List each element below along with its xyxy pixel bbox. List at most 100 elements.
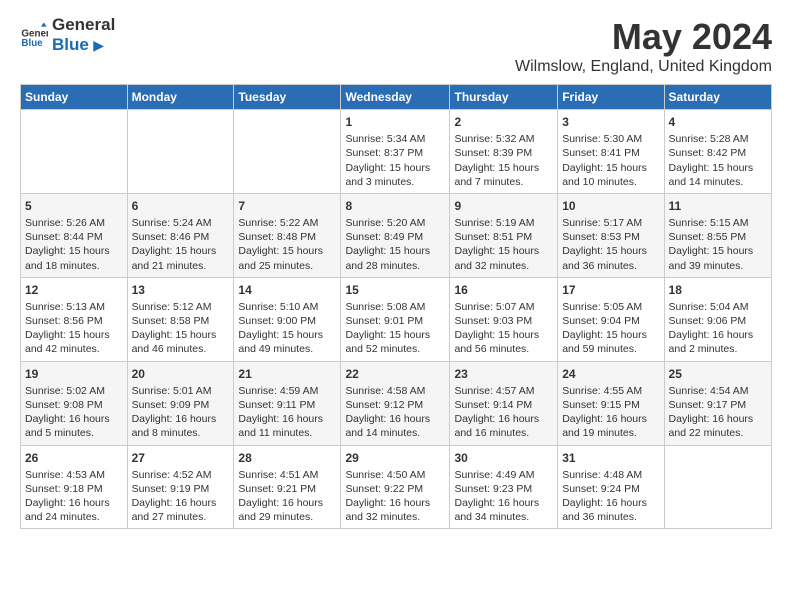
calendar-cell: 10 Sunrise: 5:17 AMSunset: 8:53 PMDayligh… [558, 193, 664, 277]
calendar-cell: 28 Sunrise: 4:51 AMSunset: 9:21 PMDayligh… [234, 445, 341, 529]
day-info: Sunrise: 4:53 AMSunset: 9:18 PMDaylight:… [25, 468, 123, 525]
day-info: Sunrise: 4:58 AMSunset: 9:12 PMDaylight:… [345, 384, 445, 441]
weekday-header-wednesday: Wednesday [341, 85, 450, 110]
calendar-title: May 2024 [515, 16, 772, 58]
calendar-cell: 2Sunrise: 5:32 AMSunset: 8:39 PMDaylight… [450, 110, 558, 194]
page-header: General Blue General Blue ▶ May 2024 Wil… [20, 16, 772, 76]
day-number: 6 [132, 198, 230, 214]
day-info: Sunrise: 5:24 AMSunset: 8:46 PMDaylight:… [132, 216, 230, 273]
logo-icon: General Blue [20, 21, 48, 49]
weekday-header-tuesday: Tuesday [234, 85, 341, 110]
calendar-cell [127, 110, 234, 194]
day-info: Sunrise: 4:52 AMSunset: 9:19 PMDaylight:… [132, 468, 230, 525]
calendar-cell: 21 Sunrise: 4:59 AMSunset: 9:11 PMDayligh… [234, 361, 341, 445]
calendar-cell: 26 Sunrise: 4:53 AMSunset: 9:18 PMDayligh… [21, 445, 128, 529]
day-info: Sunrise: 4:59 AMSunset: 9:11 PMDaylight:… [238, 384, 336, 441]
calendar-table: SundayMondayTuesdayWednesdayThursdayFrid… [20, 84, 772, 529]
day-info: Sunrise: 5:10 AMSunset: 9:00 PMDaylight:… [238, 300, 336, 357]
day-number: 8 [345, 198, 445, 214]
calendar-cell: 13 Sunrise: 5:12 AMSunset: 8:58 PMDayligh… [127, 277, 234, 361]
calendar-week-row: 5Sunrise: 5:26 AMSunset: 8:44 PMDaylight… [21, 193, 772, 277]
logo-arrow-icon: ▶ [93, 37, 104, 53]
day-info: Sunrise: 4:51 AMSunset: 9:21 PMDaylight:… [238, 468, 336, 525]
day-number: 4 [669, 114, 767, 130]
day-number: 27 [132, 450, 230, 466]
day-info: Sunrise: 5:12 AMSunset: 8:58 PMDaylight:… [132, 300, 230, 357]
day-info: Sunrise: 5:28 AMSunset: 8:42 PMDaylight:… [669, 132, 767, 189]
calendar-cell: 9Sunrise: 5:19 AMSunset: 8:51 PMDaylight… [450, 193, 558, 277]
day-info: Sunrise: 5:30 AMSunset: 8:41 PMDaylight:… [562, 132, 659, 189]
calendar-cell: 15 Sunrise: 5:08 AMSunset: 9:01 PMDayligh… [341, 277, 450, 361]
calendar-week-row: 26 Sunrise: 4:53 AMSunset: 9:18 PMDayligh… [21, 445, 772, 529]
logo: General Blue General Blue ▶ [20, 16, 115, 55]
day-number: 23 [454, 366, 553, 382]
day-number: 13 [132, 282, 230, 298]
calendar-cell: 16 Sunrise: 5:07 AMSunset: 9:03 PMDayligh… [450, 277, 558, 361]
calendar-cell [234, 110, 341, 194]
day-info: Sunrise: 5:15 AMSunset: 8:55 PMDaylight:… [669, 216, 767, 273]
day-number: 21 [238, 366, 336, 382]
day-info: Sunrise: 4:49 AMSunset: 9:23 PMDaylight:… [454, 468, 553, 525]
calendar-cell [21, 110, 128, 194]
day-info: Sunrise: 4:57 AMSunset: 9:14 PMDaylight:… [454, 384, 553, 441]
day-number: 3 [562, 114, 659, 130]
calendar-cell: 27 Sunrise: 4:52 AMSunset: 9:19 PMDayligh… [127, 445, 234, 529]
calendar-cell: 7 Sunrise: 5:22 AMSunset: 8:48 PMDaylight… [234, 193, 341, 277]
calendar-cell: 6 Sunrise: 5:24 AMSunset: 8:46 PMDaylight… [127, 193, 234, 277]
day-number: 11 [669, 198, 767, 214]
calendar-cell: 11 Sunrise: 5:15 AMSunset: 8:55 PMDayligh… [664, 193, 771, 277]
calendar-cell: 31 Sunrise: 4:48 AMSunset: 9:24 PMDayligh… [558, 445, 664, 529]
day-number: 25 [669, 366, 767, 382]
calendar-cell: 29 Sunrise: 4:50 AMSunset: 9:22 PMDayligh… [341, 445, 450, 529]
calendar-week-row: 12Sunrise: 5:13 AMSunset: 8:56 PMDayligh… [21, 277, 772, 361]
day-info: Sunrise: 5:32 AMSunset: 8:39 PMDaylight:… [454, 132, 553, 189]
day-number: 31 [562, 450, 659, 466]
calendar-cell: 17 Sunrise: 5:05 AMSunset: 9:04 PMDayligh… [558, 277, 664, 361]
day-info: Sunrise: 5:02 AMSunset: 9:08 PMDaylight:… [25, 384, 123, 441]
calendar-cell: 25 Sunrise: 4:54 AMSunset: 9:17 PMDayligh… [664, 361, 771, 445]
day-info: Sunrise: 5:07 AMSunset: 9:03 PMDaylight:… [454, 300, 553, 357]
calendar-subtitle: Wilmslow, England, United Kingdom [515, 58, 772, 76]
weekday-header-saturday: Saturday [664, 85, 771, 110]
calendar-cell [664, 445, 771, 529]
calendar-cell: 14Sunrise: 5:10 AMSunset: 9:00 PMDayligh… [234, 277, 341, 361]
calendar-week-row: 19Sunrise: 5:02 AMSunset: 9:08 PMDayligh… [21, 361, 772, 445]
day-info: Sunrise: 4:48 AMSunset: 9:24 PMDaylight:… [562, 468, 659, 525]
calendar-cell: 23 Sunrise: 4:57 AMSunset: 9:14 PMDayligh… [450, 361, 558, 445]
svg-text:Blue: Blue [21, 39, 43, 50]
day-info: Sunrise: 5:22 AMSunset: 8:48 PMDaylight:… [238, 216, 336, 273]
weekday-header-row: SundayMondayTuesdayWednesdayThursdayFrid… [21, 85, 772, 110]
calendar-cell: 19Sunrise: 5:02 AMSunset: 9:08 PMDayligh… [21, 361, 128, 445]
day-number: 17 [562, 282, 659, 298]
calendar-cell: 1 Sunrise: 5:34 AMSunset: 8:37 PMDaylight… [341, 110, 450, 194]
day-number: 26 [25, 450, 123, 466]
day-number: 9 [454, 198, 553, 214]
day-info: Sunrise: 5:34 AMSunset: 8:37 PMDaylight:… [345, 132, 445, 189]
day-number: 15 [345, 282, 445, 298]
day-number: 5 [25, 198, 123, 214]
calendar-week-row: 1 Sunrise: 5:34 AMSunset: 8:37 PMDaylight… [21, 110, 772, 194]
day-info: Sunrise: 5:05 AMSunset: 9:04 PMDaylight:… [562, 300, 659, 357]
day-number: 18 [669, 282, 767, 298]
day-number: 1 [345, 114, 445, 130]
calendar-cell: 20Sunrise: 5:01 AMSunset: 9:09 PMDayligh… [127, 361, 234, 445]
day-number: 12 [25, 282, 123, 298]
day-info: Sunrise: 5:04 AMSunset: 9:06 PMDaylight:… [669, 300, 767, 357]
calendar-cell: 5Sunrise: 5:26 AMSunset: 8:44 PMDaylight… [21, 193, 128, 277]
day-number: 10 [562, 198, 659, 214]
day-number: 28 [238, 450, 336, 466]
weekday-header-friday: Friday [558, 85, 664, 110]
day-info: Sunrise: 4:54 AMSunset: 9:17 PMDaylight:… [669, 384, 767, 441]
calendar-cell: 18 Sunrise: 5:04 AMSunset: 9:06 PMDayligh… [664, 277, 771, 361]
weekday-header-monday: Monday [127, 85, 234, 110]
calendar-cell: 3 Sunrise: 5:30 AMSunset: 8:41 PMDaylight… [558, 110, 664, 194]
day-number: 16 [454, 282, 553, 298]
day-info: Sunrise: 5:08 AMSunset: 9:01 PMDaylight:… [345, 300, 445, 357]
day-number: 29 [345, 450, 445, 466]
day-number: 7 [238, 198, 336, 214]
day-info: Sunrise: 5:20 AMSunset: 8:49 PMDaylight:… [345, 216, 445, 273]
day-info: Sunrise: 4:50 AMSunset: 9:22 PMDaylight:… [345, 468, 445, 525]
day-info: Sunrise: 5:01 AMSunset: 9:09 PMDaylight:… [132, 384, 230, 441]
day-info: Sunrise: 5:17 AMSunset: 8:53 PMDaylight:… [562, 216, 659, 273]
day-number: 30 [454, 450, 553, 466]
